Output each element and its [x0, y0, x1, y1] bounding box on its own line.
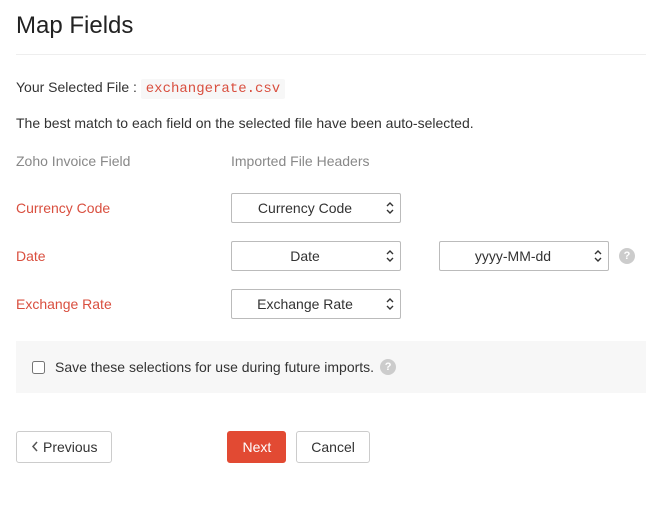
help-icon[interactable]: ?: [380, 359, 396, 375]
header-zoho-field: Zoho Invoice Field: [16, 153, 231, 169]
header-imported-headers: Imported File Headers: [231, 153, 370, 169]
mapping-header-row: Zoho Invoice Field Imported File Headers: [16, 153, 646, 169]
save-selections-box: Save these selections for use during fut…: [16, 341, 646, 393]
save-selections-text: Save these selections for use during fut…: [55, 359, 374, 375]
cancel-button[interactable]: Cancel: [296, 431, 370, 463]
select-date-format[interactable]: yyyy-MM-dd: [439, 241, 609, 271]
page-title: Map Fields: [16, 0, 646, 55]
auto-select-description: The best match to each field on the sele…: [16, 115, 646, 131]
previous-button[interactable]: Previous: [16, 431, 112, 463]
select-currency-code[interactable]: Currency Code: [231, 193, 401, 223]
field-row-exchange-rate: Exchange Rate Exchange Rate: [16, 289, 646, 319]
select-exchange-rate-wrapper: Exchange Rate: [231, 289, 401, 319]
next-button[interactable]: Next: [227, 431, 286, 463]
previous-button-label: Previous: [43, 439, 97, 455]
field-label-currency-code: Currency Code: [16, 200, 231, 216]
button-row: Previous Next Cancel: [16, 431, 646, 463]
field-label-date: Date: [16, 248, 231, 264]
save-selections-checkbox[interactable]: [32, 361, 45, 374]
select-date-format-wrapper: yyyy-MM-dd: [439, 241, 609, 271]
field-label-exchange-rate: Exchange Rate: [16, 296, 231, 312]
save-selections-label-wrapper[interactable]: Save these selections for use during fut…: [32, 359, 396, 375]
help-icon[interactable]: ?: [619, 248, 635, 264]
selected-file-line: Your Selected File : exchangerate.csv: [16, 79, 646, 97]
selected-file-name: exchangerate.csv: [141, 79, 285, 99]
selected-file-label: Your Selected File :: [16, 79, 141, 95]
field-row-currency-code: Currency Code Currency Code: [16, 193, 646, 223]
select-date-wrapper: Date: [231, 241, 401, 271]
select-exchange-rate[interactable]: Exchange Rate: [231, 289, 401, 319]
chevron-left-icon: [31, 439, 39, 455]
field-row-date: Date Date yyyy-MM-dd ?: [16, 241, 646, 271]
select-date[interactable]: Date: [231, 241, 401, 271]
select-currency-code-wrapper: Currency Code: [231, 193, 401, 223]
